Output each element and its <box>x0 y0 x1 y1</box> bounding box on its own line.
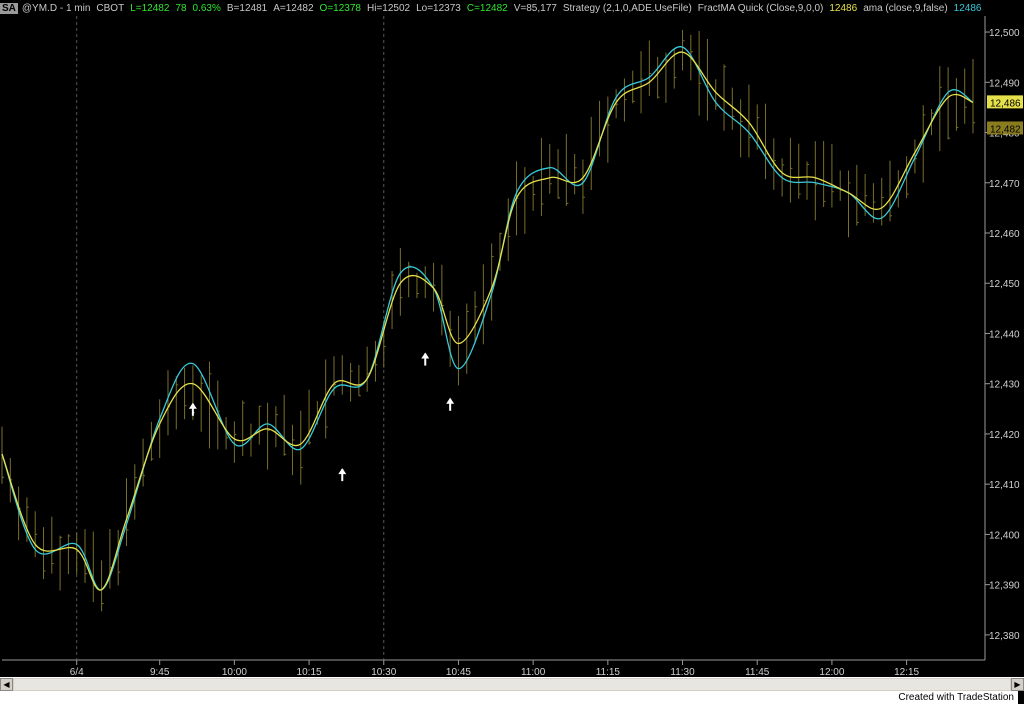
close-price: C=12482 <box>466 2 508 14</box>
price-tag-upper-label: 12,486 <box>990 98 1021 109</box>
fract-ma-label: FractMA Quick (Close,9,0,0) <box>697 2 824 14</box>
chart-background <box>0 0 1024 704</box>
fract-ma-value: 12486 <box>829 2 858 14</box>
volume-label: V=85,177 <box>513 2 557 14</box>
exchange-label: CBOT <box>96 2 125 14</box>
y-tick-label: 12,470 <box>989 179 1020 190</box>
low-price: Lo=12373 <box>416 2 461 14</box>
y-tick-label: 12,450 <box>989 279 1020 290</box>
chart-tag: SA <box>0 2 18 14</box>
scroll-right-icon[interactable]: ▶ <box>1011 678 1024 691</box>
y-tick-label: 12,430 <box>989 380 1020 391</box>
y-tick-label: 12,460 <box>989 229 1020 240</box>
y-tick-label: 12,490 <box>989 78 1020 89</box>
net-change: 78 <box>175 2 187 14</box>
ama-value: 12486 <box>953 2 982 14</box>
ama-label: ama (close,9,false) <box>863 2 948 14</box>
strategy-label: Strategy (2,1,0,ADE.UseFile) <box>562 2 692 14</box>
y-tick-label: 12,420 <box>989 430 1020 441</box>
open-price: O=12378 <box>319 2 361 14</box>
y-tick-label: 12,390 <box>989 581 1020 592</box>
price-chart: 12,380 12,390 12,400 12,410 12,420 12,430 12,4… <box>0 0 1024 704</box>
chart-header: SA @YM.D - 1 min CBOT L=12482 78 0.63% B… <box>0 0 985 16</box>
y-tick-label: 12,410 <box>989 480 1020 491</box>
y-tick-label: 12,380 <box>989 631 1020 642</box>
symbol-label: @YM.D - 1 min <box>21 2 91 14</box>
y-tick-label: 12,500 <box>989 28 1020 39</box>
y-tick-label: 12,440 <box>989 329 1020 340</box>
scroll-left-icon[interactable]: ◀ <box>0 678 13 691</box>
last-price: L=12482 <box>130 2 170 14</box>
credit-text: Created with TradeStation <box>0 691 1018 704</box>
bid-price: B=12481 <box>226 2 268 14</box>
horizontal-scrollbar[interactable]: ◀ ▶ <box>0 677 1024 691</box>
y-tick-label: 12,400 <box>989 530 1020 541</box>
pct-change: 0.63% <box>192 2 221 14</box>
scroll-track[interactable] <box>14 679 1010 690</box>
high-price: Hi=12502 <box>366 2 411 14</box>
ask-price: A=12482 <box>273 2 314 14</box>
price-tag-lower-label: 12,482 <box>990 124 1021 135</box>
